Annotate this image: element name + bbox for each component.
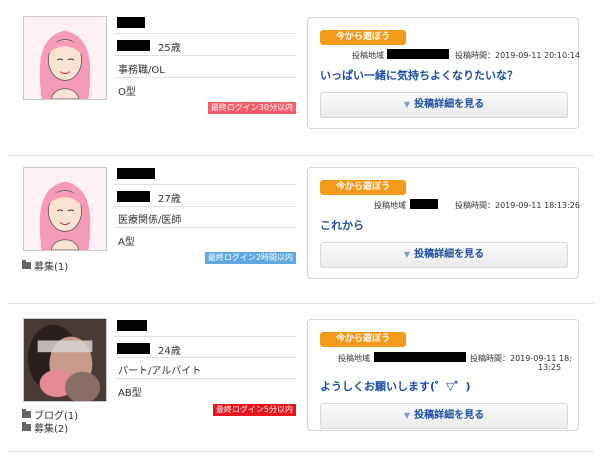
post-detail-button-label: 投稿詳細を見る	[414, 99, 485, 110]
post-title[interactable]: これから	[320, 217, 364, 233]
job: パート/アルバイト	[118, 366, 202, 377]
profile-photo-icon	[24, 319, 106, 401]
post-tag: 今から遊ぼう	[320, 332, 406, 347]
recruit-link-label: 募集(2)	[34, 424, 69, 435]
post-title[interactable]: ようしくお願いします(゜▽゜)	[320, 378, 471, 394]
folder-icon	[22, 422, 31, 431]
post-title[interactable]: いっぱい一緒に気持ちよくなりたいな？	[320, 67, 518, 83]
age: 24歳	[158, 346, 181, 357]
post-location-label: 投稿地域	[374, 201, 406, 210]
blood-type: A型	[118, 237, 135, 248]
post-location-label: 投稿地域	[352, 51, 384, 60]
avatar[interactable]	[23, 318, 107, 402]
username-redacted	[117, 343, 150, 354]
job: 医療関係/医師	[118, 215, 182, 226]
post-tag: 今から遊ぼう	[320, 30, 406, 45]
post-detail-button-label: 投稿詳細を見る	[414, 249, 485, 260]
location-redacted	[374, 352, 466, 362]
blood-type: AB型	[118, 388, 142, 399]
location-redacted	[410, 199, 438, 209]
pink-hair-avatar-icon	[24, 168, 106, 250]
post-detail-button-label: 投稿詳細を見る	[414, 410, 485, 421]
down-arrow-icon: ▼	[403, 100, 411, 109]
down-arrow-icon: ▼	[403, 411, 411, 420]
divider	[114, 33, 297, 34]
folder-icon	[22, 260, 31, 269]
side-links: 募集(1)	[22, 259, 69, 273]
post-detail-button[interactable]: ▼ 投稿詳細を見る	[320, 242, 568, 268]
card-separator	[8, 155, 594, 156]
divider	[114, 55, 297, 56]
post-detail-button[interactable]: ▼ 投稿詳細を見る	[320, 403, 568, 429]
recruit-link[interactable]: 募集(1)	[22, 259, 69, 273]
divider	[114, 357, 297, 358]
post-time: 投稿時間：2019-09-11 18:13:26	[455, 201, 580, 210]
pink-hair-avatar-icon	[24, 17, 106, 99]
name-redacted	[117, 320, 147, 331]
divider	[114, 378, 297, 379]
username-redacted	[117, 40, 150, 51]
blood-type: O型	[118, 87, 136, 98]
recruit-link-label: 募集(1)	[34, 262, 69, 273]
post-tag: 今から遊ぼう	[320, 180, 406, 195]
down-arrow-icon: ▼	[403, 250, 411, 259]
age: 27歳	[158, 194, 181, 205]
avatar[interactable]	[23, 167, 107, 251]
post-box: 今から遊ぼう 投稿地域 投稿時間：2019-09-11 18: 13:25 よう…	[307, 319, 579, 431]
username-redacted	[117, 191, 150, 202]
recruit-link[interactable]: 募集(2)	[22, 421, 78, 435]
job: 事務職/OL	[118, 65, 165, 76]
divider	[114, 184, 297, 185]
last-login-badge: 最終ログイン5分以内	[212, 404, 296, 416]
last-login-badge: 最終ログイン30分以内	[207, 102, 296, 114]
post-detail-button[interactable]: ▼ 投稿詳細を見る	[320, 92, 568, 118]
post-time-continued: 13:25	[538, 363, 562, 372]
card-separator	[8, 451, 594, 452]
divider	[114, 206, 297, 207]
location-redacted	[387, 49, 449, 59]
divider	[114, 227, 297, 228]
post-box: 今から遊ぼう 投稿地域 投稿時間：2019-09-11 20:10:14 いっぱ…	[307, 17, 580, 129]
divider	[114, 77, 297, 78]
post-location-label: 投稿地域	[338, 354, 370, 363]
avatar[interactable]	[23, 16, 107, 100]
folder-icon	[22, 409, 31, 418]
last-login-badge: 最終ログイン2時間以内	[204, 252, 296, 264]
post-time: 投稿時間：2019-09-11 20:10:14	[455, 51, 580, 60]
divider	[114, 336, 297, 337]
age: 25歳	[158, 43, 181, 54]
post-box: 今から遊ぼう 投稿地域 投稿時間：2019-09-11 18:13:26 これか…	[307, 167, 580, 279]
name-redacted	[117, 168, 155, 179]
side-links: ブログ(1) 募集(2)	[22, 408, 78, 435]
card-separator	[8, 303, 594, 304]
name-redacted	[117, 17, 145, 28]
